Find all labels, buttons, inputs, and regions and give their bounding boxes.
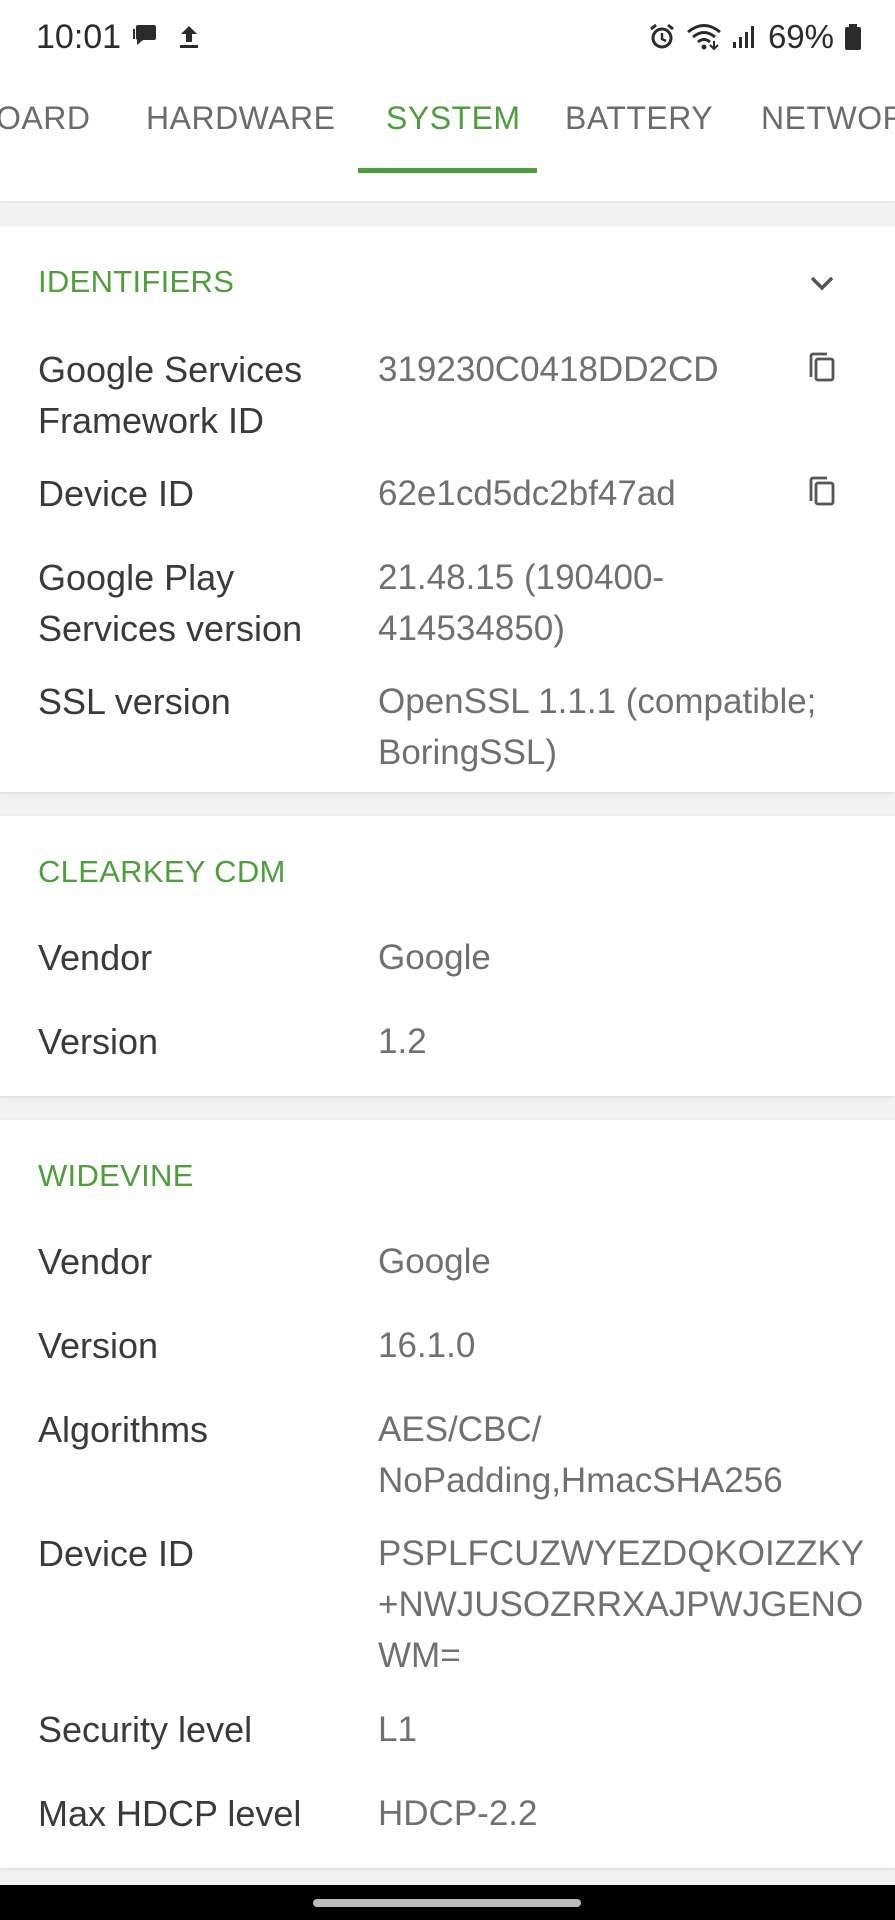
row-value: PSPLFCUZWYEZDQKOIZZKY+NWJUSOZRRXAJPWJGEN… [378,1534,865,1675]
widevine-title: WIDEVINE [38,1158,194,1193]
tab-network[interactable]: NETWOR [761,100,895,137]
row-value: 62e1cd5dc2bf47ad [378,474,676,513]
wifi-icon [686,23,722,51]
identifiers-title: IDENTIFIERS [38,264,235,299]
row-value: 319230C0418DD2CD [378,350,719,389]
row-label: Device ID [38,473,195,514]
previous-card-edge [0,175,895,201]
navigation-bar [0,1885,895,1920]
row-value: HDCP-2.2 [378,1794,538,1833]
row-label: Google Play Services version [38,557,303,649]
chat-icon [132,22,158,50]
row-value: AES/CBC/ NoPadding,HmacSHA256 [378,1410,783,1500]
row-label: Algorithms [38,1409,209,1450]
row-label: Google Services Framework ID [38,349,303,441]
row-value: 1.2 [378,1022,427,1061]
tab-system[interactable]: SYSTEM [386,100,521,137]
chevron-down-icon[interactable] [800,262,844,306]
status-right: 69% [648,18,862,56]
row-label: Version [38,1021,159,1062]
clearkey-card: CLEARKEY CDM Vendor Google Version 1.2 [0,816,895,1096]
row-label: SSL version [38,681,231,722]
copy-icon[interactable] [800,472,844,516]
battery-icon [844,23,862,51]
row-value: Google [378,1242,491,1281]
row-value: L1 [378,1710,417,1749]
row-label: Vendor [38,937,153,978]
tab-bar: OARD HARDWARE SYSTEM BATTERY NETWOR [0,78,895,175]
signal-icon [732,24,758,50]
row-label: Device ID [38,1533,195,1574]
row-value: Google [378,938,491,977]
row-label: Vendor [38,1241,153,1282]
upload-icon [176,22,202,50]
tab-indicator [358,168,537,173]
row-value: OpenSSL 1.1.1 (compatible; BoringSSL) [378,682,817,772]
row-value: 21.48.15 (190400-414534850) [378,558,665,648]
alarm-icon [648,23,676,51]
tab-battery[interactable]: BATTERY [565,100,713,137]
row-label: Version [38,1325,159,1366]
status-left-icons [132,22,202,50]
row-label: Max HDCP level [38,1793,302,1834]
copy-icon[interactable] [800,348,844,392]
home-gesture-handle[interactable] [313,1899,581,1907]
row-value: 16.1.0 [378,1326,476,1365]
tab-dashboard[interactable]: OARD [0,100,90,137]
widevine-card: WIDEVINE Vendor Google Version 16.1.0 Al… [0,1120,895,1868]
identifiers-card: IDENTIFIERS Google Services Framework ID… [0,226,895,792]
tab-hardware[interactable]: HARDWARE [146,100,335,137]
status-time: 10:01 [36,18,122,56]
row-label: Security level [38,1709,253,1750]
clearkey-title: CLEARKEY CDM [38,854,286,889]
battery-percent: 69% [767,18,834,55]
status-bar: 10:01 69% [0,0,895,78]
